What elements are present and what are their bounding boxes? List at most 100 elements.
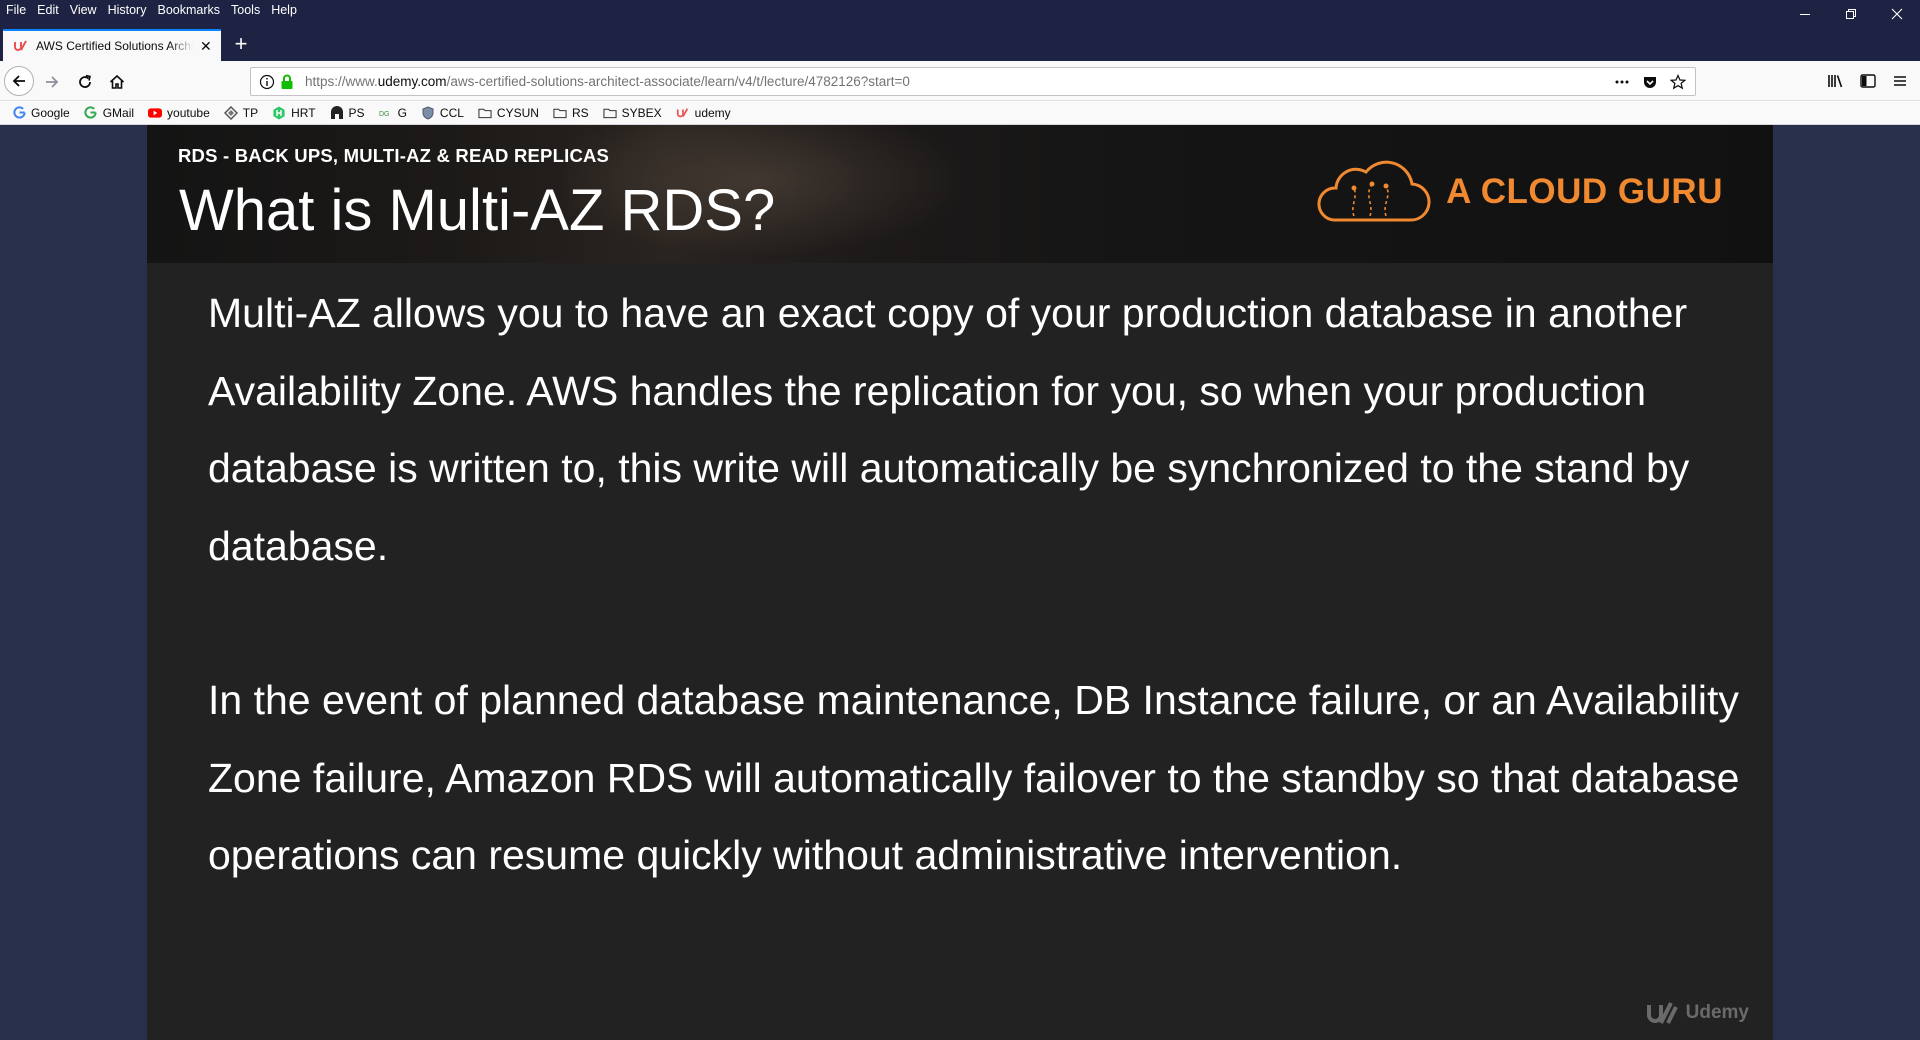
pocket-button[interactable] [1641, 73, 1659, 91]
bookmarks-bar: Google GMail youtube TP HRT PS DG G CCL … [0, 101, 1920, 125]
menubar: File Edit View History Bookmarks Tools H… [0, 0, 308, 20]
window-titlebar: File Edit View History Bookmarks Tools H… [0, 0, 1920, 61]
slide-paragraph: In the event of planned database mainten… [208, 677, 1740, 878]
url-prefix: https://www. [305, 74, 378, 89]
cloud-logo-icon [1317, 160, 1431, 222]
bookmark-label: PS [348, 105, 365, 120]
bookmark-label: youtube [167, 105, 210, 120]
toolbar-right [1826, 71, 1910, 91]
bookmark-g[interactable]: DG G [379, 106, 407, 120]
video-player[interactable]: RDS - BACK UPS, MULTI-AZ & READ REPLICAS… [147, 125, 1773, 1040]
slide-header: RDS - BACK UPS, MULTI-AZ & READ REPLICAS… [147, 125, 1773, 263]
bookmark-label: CYSUN [496, 105, 539, 120]
bookmark-folder-sybex[interactable]: SYBEX [603, 106, 662, 120]
bookmark-label: GMail [102, 105, 135, 120]
udemy-watermark: Udemy [1646, 1000, 1749, 1026]
tp-icon [223, 105, 238, 120]
reload-button[interactable] [71, 68, 99, 96]
bookmark-google[interactable]: Google [12, 106, 70, 120]
lock-icon[interactable] [280, 74, 294, 90]
google-icon [84, 106, 98, 120]
ccl-icon [421, 105, 435, 120]
bookmark-label: CCL [439, 105, 464, 120]
brand-logo: A CLOUD GURU [1314, 158, 1723, 226]
menu-history[interactable]: History [108, 3, 147, 17]
star-icon [1670, 74, 1686, 90]
bookmark-tp[interactable]: TP [223, 105, 259, 120]
bookmark-label: G [397, 105, 407, 120]
slide-paragraph: Multi-AZ allows you to have an exact cop… [208, 290, 1690, 569]
google-icon [12, 106, 26, 120]
new-tab-button[interactable]: + [230, 29, 252, 61]
bookmark-hrt[interactable]: HRT [272, 105, 316, 120]
bookmark-ps[interactable]: PS [330, 105, 365, 120]
bookmark-label: TP [242, 105, 259, 120]
slide-title: What is Multi-AZ RDS? [179, 178, 776, 243]
bookmark-folder-cysun[interactable]: CYSUN [478, 106, 539, 120]
hamburger-icon [1894, 76, 1906, 86]
bookmark-youtube[interactable]: youtube [148, 106, 210, 120]
url-actions [1613, 73, 1687, 91]
youtube-icon [148, 106, 163, 120]
home-icon [109, 74, 125, 89]
close-window-button[interactable] [1874, 0, 1920, 28]
slide-section-label: RDS - BACK UPS, MULTI-AZ & READ REPLICAS [178, 145, 610, 166]
back-button[interactable] [4, 66, 34, 96]
folder-icon [553, 106, 567, 120]
library-icon [1828, 75, 1843, 88]
folder-icon [478, 106, 492, 120]
menu-view[interactable]: View [70, 3, 97, 17]
forward-button[interactable] [38, 68, 66, 96]
svg-text:DG: DG [379, 111, 390, 118]
brand-name: A CLOUD GURU [1446, 172, 1723, 211]
restore-button[interactable] [1828, 0, 1874, 28]
more-dots-icon [1615, 80, 1629, 84]
bookmark-folder-rs[interactable]: RS [553, 106, 589, 120]
watermark-text: Udemy [1685, 1002, 1749, 1023]
menu-bookmarks[interactable]: Bookmarks [157, 3, 220, 17]
sidebar-button[interactable] [1858, 71, 1878, 91]
page-content: RDS - BACK UPS, MULTI-AZ & READ REPLICAS… [0, 125, 1920, 1040]
restore-icon [1846, 9, 1856, 19]
bookmark-gmail[interactable]: GMail [84, 106, 134, 120]
tab-close-icon[interactable]: ✕ [199, 38, 213, 54]
pocket-icon [1644, 77, 1656, 88]
tab-strip: AWS Certified Solutions Architect ✕ + [0, 29, 1920, 61]
minimize-button[interactable] [1782, 0, 1828, 28]
udemy-icon [1646, 1002, 1678, 1024]
menu-edit[interactable]: Edit [37, 3, 59, 17]
info-icon[interactable] [259, 74, 275, 90]
address-bar[interactable]: https://www.udemy.com/aws-certified-solu… [250, 67, 1696, 96]
menu-tools[interactable]: Tools [231, 3, 260, 17]
minimize-icon [1800, 14, 1810, 15]
home-button[interactable] [103, 68, 131, 96]
url-text[interactable]: https://www.udemy.com/aws-certified-solu… [305, 74, 910, 89]
nav-toolbar: https://www.udemy.com/aws-certified-solu… [0, 61, 1920, 101]
udemy-icon [14, 40, 27, 51]
arrow-left-icon [12, 75, 25, 87]
reload-icon [79, 74, 91, 88]
library-button[interactable] [1826, 71, 1846, 91]
page-actions-button[interactable] [1613, 73, 1631, 91]
close-icon [1891, 8, 1903, 20]
menu-help[interactable]: Help [271, 3, 297, 17]
g-icon: DG [379, 106, 393, 120]
url-path: /aws-certified-solutions-architect-assoc… [446, 74, 910, 89]
menu-button[interactable] [1890, 71, 1910, 91]
tab-active[interactable]: AWS Certified Solutions Architect ✕ [3, 29, 221, 61]
bookmark-udemy[interactable]: udemy [676, 106, 731, 120]
bookmark-ccl[interactable]: CCL [421, 106, 464, 120]
ps-icon [330, 105, 344, 120]
window-controls [1782, 0, 1920, 28]
bookmark-label: HRT [291, 105, 316, 120]
menu-file[interactable]: File [6, 3, 26, 17]
bookmark-star-button[interactable] [1669, 73, 1687, 91]
bookmark-label: RS [571, 105, 589, 120]
url-host: udemy.com [377, 74, 447, 89]
hackerrank-icon [272, 106, 286, 120]
arrow-right-icon [46, 76, 59, 88]
udemy-icon [676, 106, 690, 120]
bookmark-label: Google [31, 105, 70, 120]
bookmark-label: SYBEX [621, 105, 662, 120]
sidebar-icon [1860, 74, 1876, 88]
